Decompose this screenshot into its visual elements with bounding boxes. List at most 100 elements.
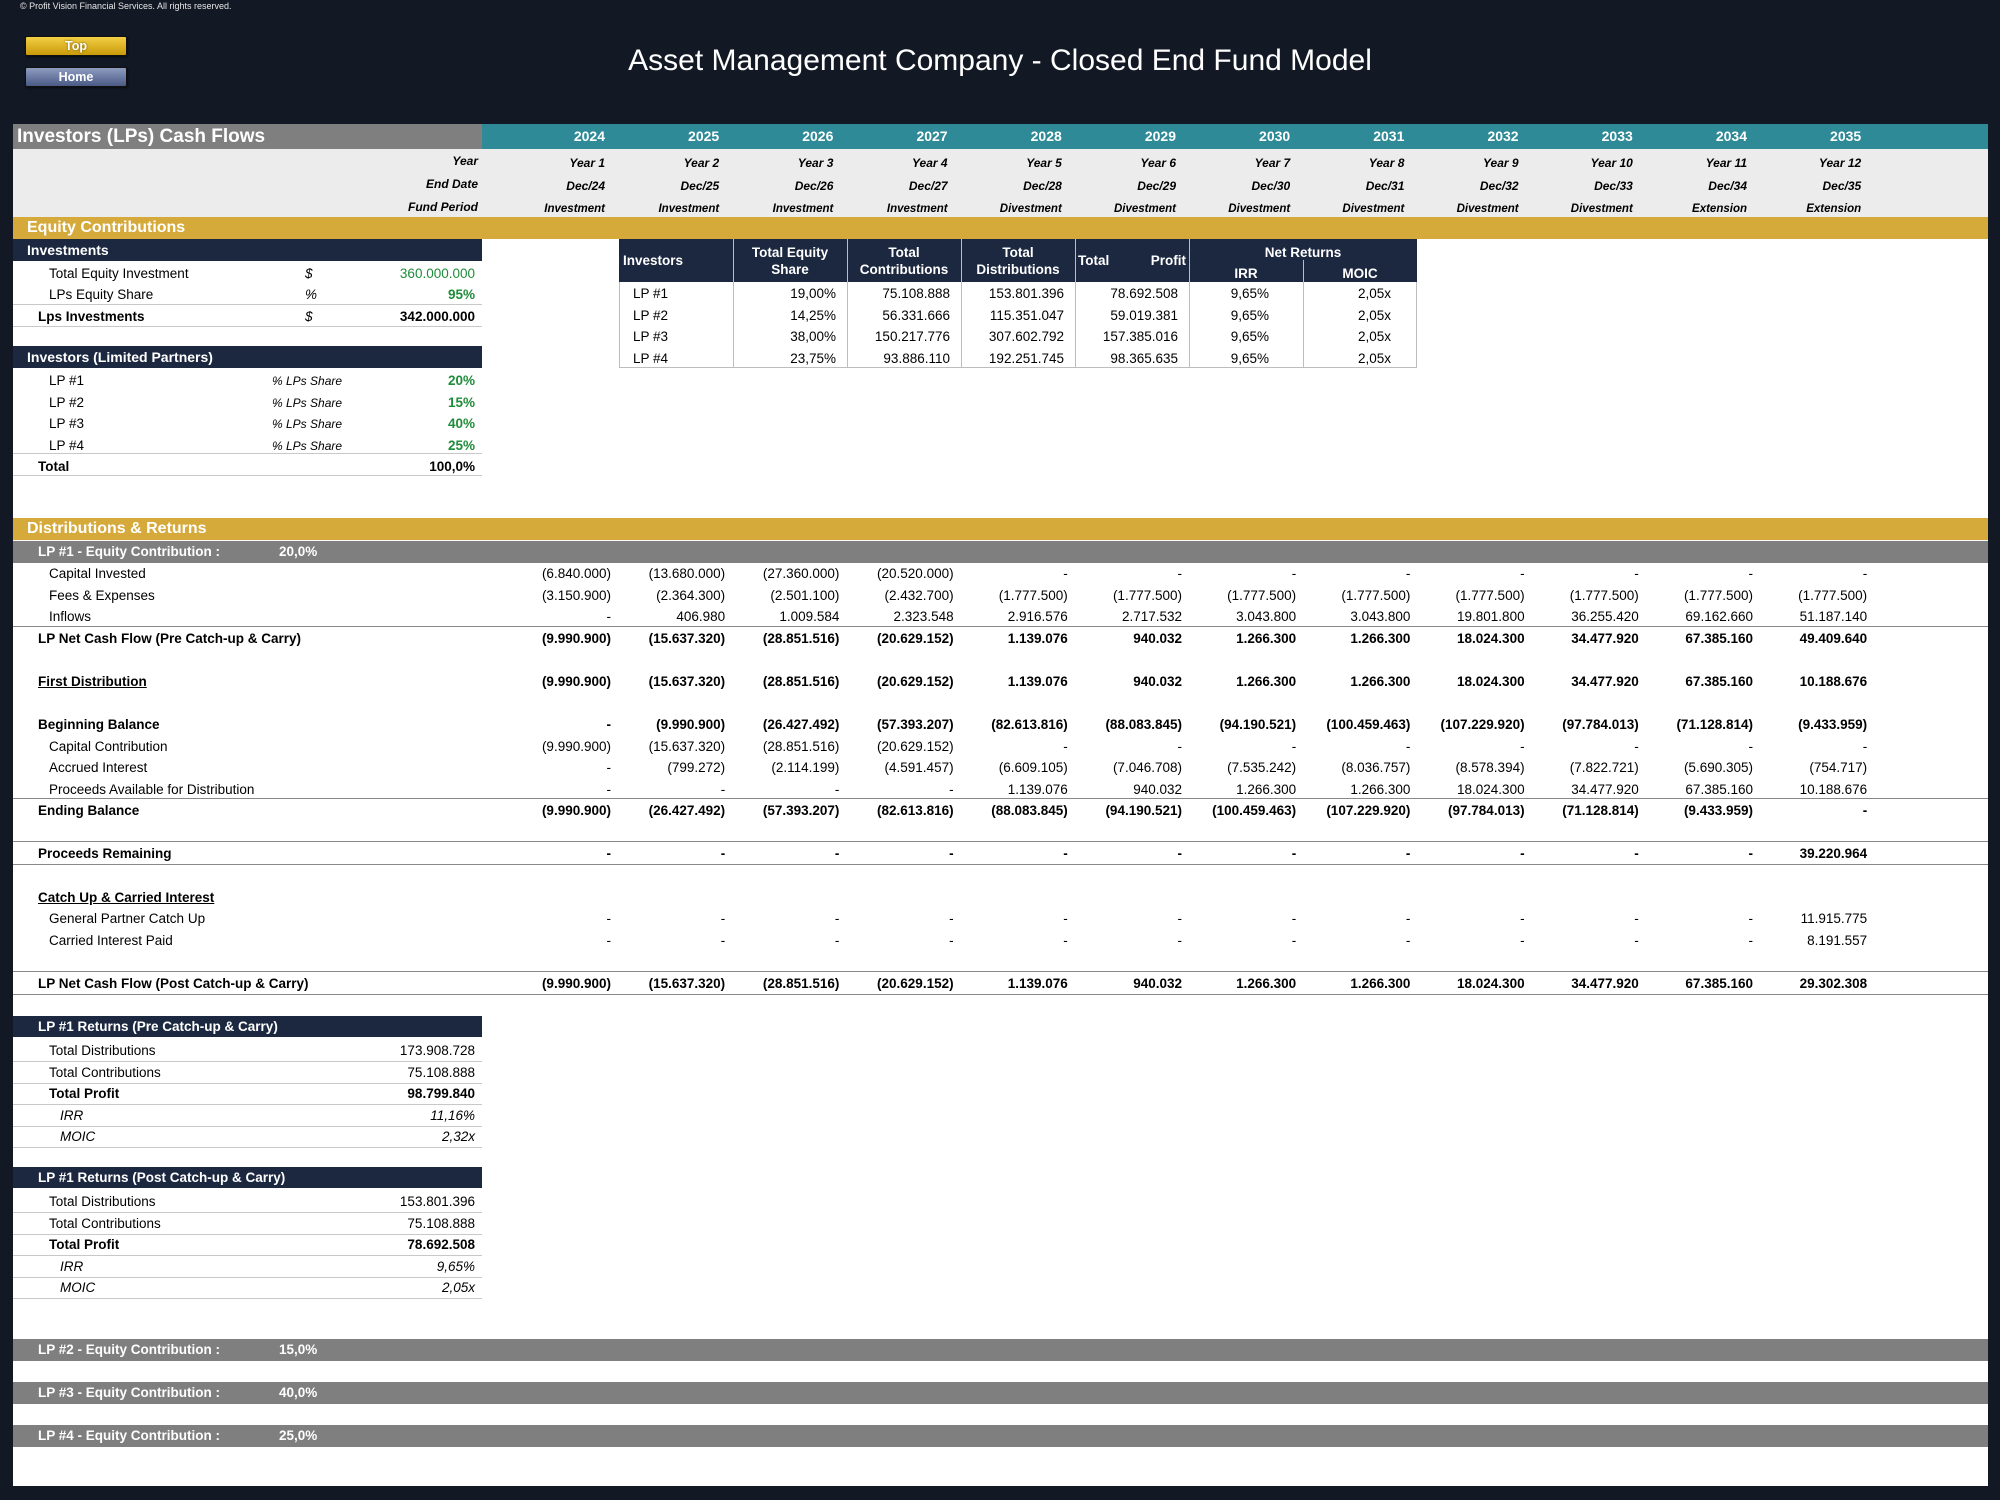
end-date: Dec/35 (1822, 179, 1862, 193)
distribution-cell: (1.777.500) (1455, 588, 1525, 603)
distribution-cell: - (1291, 566, 1297, 581)
distribution-cell: - (1177, 911, 1183, 926)
distribution-cell: 2.717.532 (1121, 609, 1182, 624)
distribution-cell: - (949, 911, 954, 926)
distribution-cell: (2.114.199) (771, 760, 840, 775)
year-column-header: 2033 (1601, 128, 1633, 144)
year-column-header: 2032 (1487, 128, 1519, 144)
distribution-cell: 29.302.308 (1799, 976, 1868, 991)
return-label: MOIC (60, 1129, 96, 1144)
distribution-cell: 1.266.300 (1236, 976, 1297, 991)
year-number: Year 3 (797, 156, 834, 170)
summary-header-contrib-1: Total (888, 245, 920, 260)
return-label: IRR (60, 1258, 84, 1274)
distribution-cell: 69.162.660 (1685, 609, 1753, 624)
home-button[interactable]: Home (25, 67, 127, 87)
distribution-cell: 940.032 (1133, 674, 1182, 689)
distribution-cell: (7.046.708) (1112, 760, 1182, 775)
return-label: Total Distributions (49, 1043, 156, 1058)
return-label: Total Contributions (49, 1215, 161, 1231)
distribution-cell: - (606, 846, 612, 861)
distribution-cell: 36.255.420 (1571, 609, 1639, 624)
distribution-cell: 1.139.076 (1007, 782, 1068, 797)
distribution-cell: 1.266.300 (1350, 782, 1411, 797)
year-number: Year 5 (1026, 156, 1062, 170)
distribution-cell: 39.220.964 (1799, 846, 1868, 861)
distribution-cell: 51.187.140 (1799, 609, 1868, 624)
distribution-cell: - (1063, 933, 1068, 948)
investment-unit: % (305, 287, 318, 302)
summary-cell: 23,75% (790, 350, 836, 366)
row-divider (13, 1061, 482, 1062)
distribution-cell: (15.637.320) (648, 739, 726, 754)
distribution-cell: - (1177, 566, 1183, 581)
year-number: Year 9 (1483, 156, 1519, 170)
distribution-cell: (94.190.521) (1219, 717, 1297, 732)
row-divider (13, 798, 1988, 799)
summary-header-investors: Investors (623, 253, 684, 268)
distribution-cell: (3.150.900) (541, 588, 611, 603)
return-label: IRR (60, 1107, 84, 1123)
row-divider (13, 626, 1988, 627)
top-button[interactable]: Top (25, 36, 127, 56)
distribution-cell: (15.637.320) (648, 674, 726, 689)
returns-pre-header: LP #1 Returns (Pre Catch-up & Carry) (13, 1016, 482, 1037)
distribution-cell: (9.990.900) (541, 803, 611, 818)
summary-header-moic: MOIC (1342, 266, 1378, 281)
investment-value: 360.000.000 (399, 266, 475, 281)
distribution-cell: (13.680.000) (648, 566, 726, 581)
distribution-cell: - (1520, 911, 1525, 926)
distribution-cell: (5.690.305) (1683, 760, 1753, 775)
distribution-cell: 10.188.676 (1799, 674, 1868, 689)
distribution-cell: 10.188.676 (1799, 782, 1868, 797)
distribution-cell: (107.229.920) (1326, 803, 1411, 818)
lp3-bar-value: 40,0% (279, 1385, 318, 1400)
distribution-row-label: LP Net Cash Flow (Pre Catch-up & Carry) (38, 631, 302, 646)
year-number: Year 4 (912, 156, 948, 170)
lp2-equity-bar[interactable]: LP #2 - Equity Contribution : 15,0% (13, 1339, 1988, 1361)
year-number: Year 6 (1140, 156, 1176, 170)
distribution-row-label: LP Net Cash Flow (Post Catch-up & Carry) (38, 976, 309, 991)
row-divider (13, 994, 1988, 995)
lp4-equity-bar[interactable]: LP #4 - Equity Contribution : 25,0% (13, 1425, 1988, 1447)
year-column-header: 2026 (802, 128, 834, 144)
row-divider (13, 1233, 482, 1235)
distribution-cell: (88.083.845) (991, 803, 1068, 818)
end-date: Dec/33 (1594, 179, 1633, 193)
distribution-cell: 18.024.300 (1457, 631, 1525, 646)
distribution-cell: - (1063, 911, 1068, 926)
distribution-cell: (9.433.959) (1683, 803, 1753, 818)
lp3-equity-bar[interactable]: LP #3 - Equity Contribution : 40,0% (13, 1382, 1988, 1404)
distribution-cell: - (606, 717, 612, 732)
summary-header-dist-1: Total (1002, 245, 1034, 260)
distribution-cell: (20.629.152) (877, 631, 954, 646)
distribution-cell: - (1862, 803, 1868, 818)
distribution-cell: (107.229.920) (1440, 717, 1525, 732)
year-number: Year 11 (1705, 156, 1747, 170)
summary-cell: 2,05x (1357, 329, 1391, 344)
distribution-cell: (88.083.845) (1105, 717, 1182, 732)
distribution-cell: (1.777.500) (1112, 588, 1182, 603)
row-divider (13, 971, 1988, 972)
summary-cell: 9,65% (1230, 286, 1269, 301)
distribution-cell: - (1520, 739, 1525, 754)
distribution-cell: 49.409.640 (1799, 631, 1868, 646)
fund-period: Divestment (1342, 203, 1405, 215)
fund-period: Divestment (999, 203, 1062, 215)
distribution-cell: - (1405, 846, 1411, 861)
distribution-cell: (20.520.000) (877, 566, 954, 581)
distribution-cell: (754.717) (1809, 760, 1868, 775)
distribution-cell: (1.777.500) (1227, 588, 1297, 603)
distribution-row-label: First Distribution (38, 674, 147, 689)
row-divider (13, 1212, 482, 1213)
distribution-cell: - (606, 782, 612, 797)
row-divider (13, 1104, 482, 1105)
distribution-cell: 18.024.300 (1457, 674, 1525, 689)
investment-value: 95% (447, 287, 475, 302)
summary-cell: 115.351.047 (989, 307, 1064, 323)
year-number: Year 7 (1254, 156, 1291, 170)
distribution-cell: - (1177, 933, 1183, 948)
distribution-cell: 1.266.300 (1350, 674, 1411, 689)
investor-share-value: 15% (447, 394, 475, 410)
distribution-cell: (799.272) (667, 760, 726, 775)
